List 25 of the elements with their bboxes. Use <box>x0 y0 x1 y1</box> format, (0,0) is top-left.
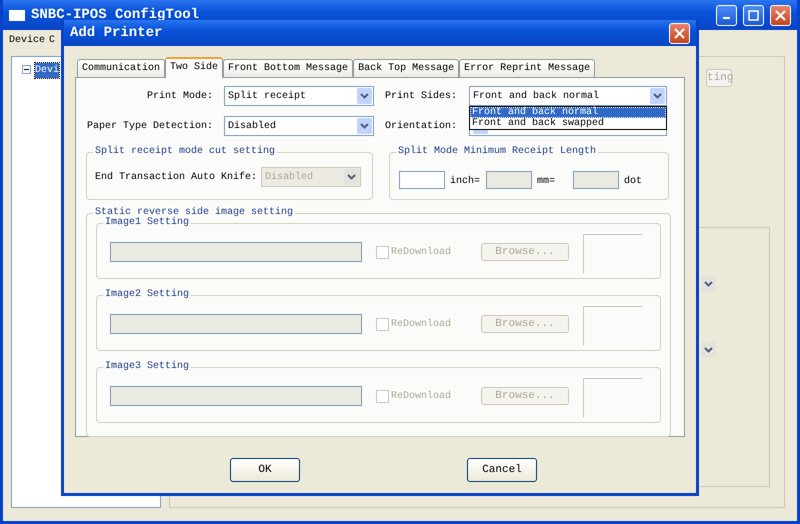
dialog-button[interactable]: Cancel <box>467 458 537 482</box>
menu-item[interactable]: Device <box>9 32 46 48</box>
tree-item[interactable]: Devi <box>35 63 60 78</box>
print-sides-dropdown[interactable]: Front and back normal <box>469 86 667 106</box>
tab[interactable]: Front Bottom Message <box>223 59 354 77</box>
field-label: Paper Type Detection: <box>86 120 214 134</box>
menu-item[interactable]: C <box>49 32 56 48</box>
dialog-button[interactable]: OK <box>230 458 300 482</box>
field-label: Print Sides: <box>384 90 458 104</box>
unit-label: mm= <box>537 174 556 188</box>
tab[interactable]: Communication <box>77 59 166 77</box>
tab[interactable]: Back Top Message <box>353 59 460 77</box>
unit-label: dot <box>624 174 642 188</box>
dropdown-option[interactable]: Front and back normal <box>470 107 666 118</box>
window-title: SNBC-IPOS ConfigTool <box>31 6 200 24</box>
unit-label: inch= <box>450 174 480 188</box>
field-label: Print Mode: <box>146 90 214 104</box>
field-label: End Transaction Auto Knife: <box>95 170 258 184</box>
paper-type-dropdown[interactable]: Disabled <box>224 116 374 136</box>
dropdown-option[interactable]: Front and back swapped <box>470 118 666 129</box>
field-label: Orientation: <box>384 120 458 134</box>
tab[interactable]: Error Reprint Message <box>459 59 596 77</box>
print-mode-dropdown[interactable]: Split receipt <box>224 86 374 106</box>
dialog-title: Add Printer <box>70 24 162 42</box>
tab[interactable]: Two Side <box>165 57 224 78</box>
